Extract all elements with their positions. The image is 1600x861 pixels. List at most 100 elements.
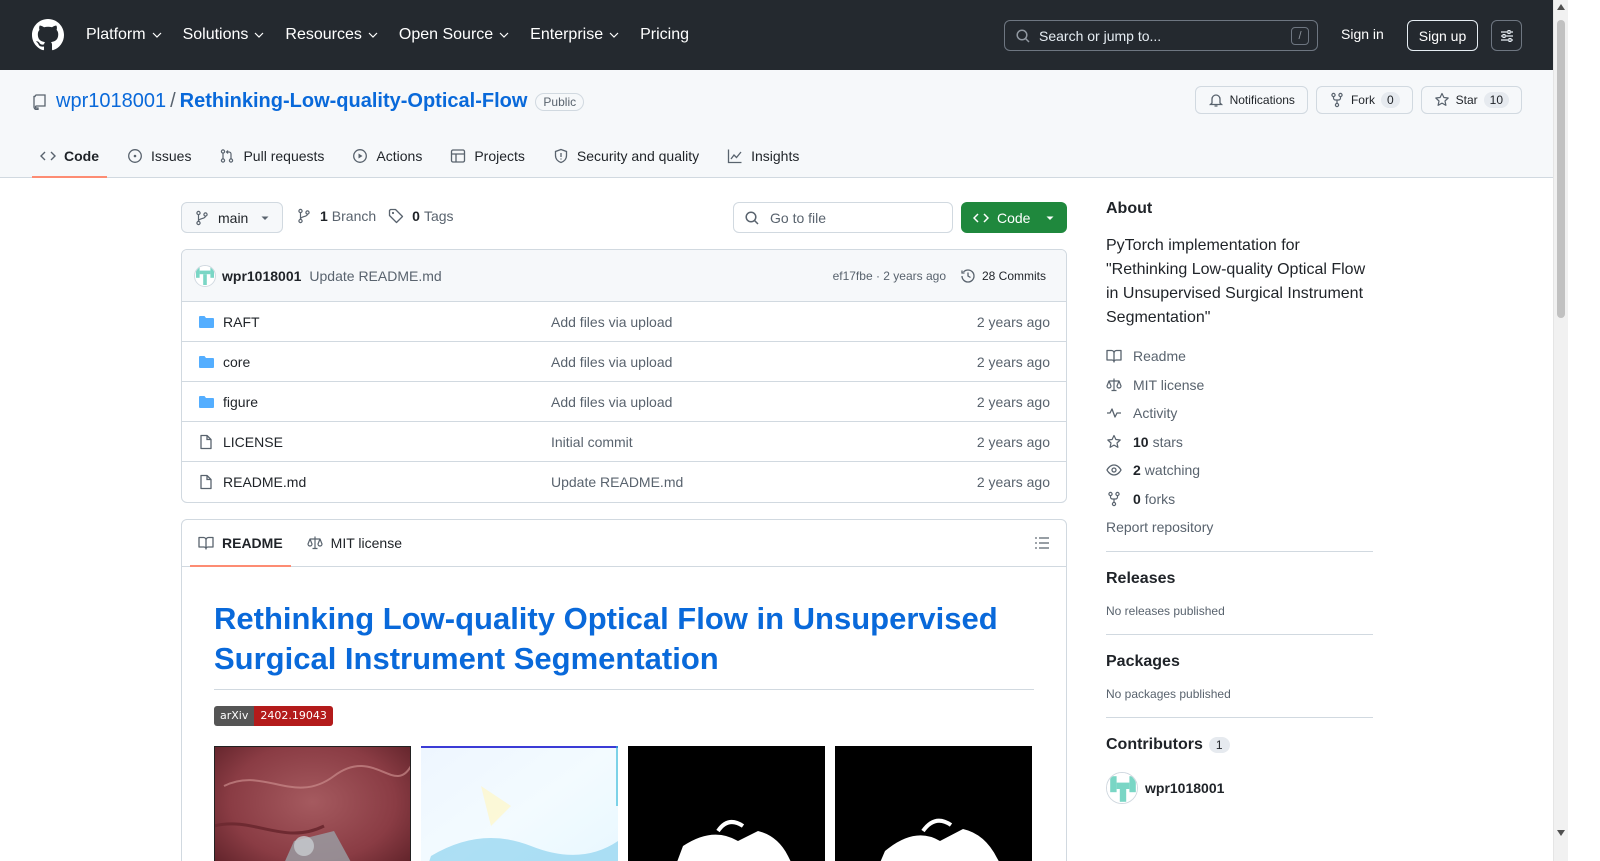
nav-platform[interactable]: Platform <box>86 26 163 44</box>
avatar <box>1106 772 1138 804</box>
surgical-frame-image[interactable] <box>214 746 411 861</box>
commit-message-link[interactable]: Update README.md <box>309 268 441 284</box>
packages-section: Packages No packages published <box>1106 634 1373 701</box>
readme-tabs: README MIT license <box>182 520 1066 567</box>
repo-actions: Notifications Fork 0 Star 10 <box>1194 86 1522 114</box>
tab-security[interactable]: Security and quality <box>545 136 707 176</box>
contributors-heading[interactable]: Contributors 1 <box>1106 736 1373 754</box>
code-dropdown-button[interactable]: Code <box>961 202 1067 233</box>
releases-heading[interactable]: Releases <box>1106 570 1373 588</box>
shield-icon <box>554 148 568 164</box>
file-name-link[interactable]: core <box>223 354 250 370</box>
about-heading: About <box>1106 200 1153 217</box>
arxiv-badge[interactable]: arXiv 2402.19043 <box>214 706 333 726</box>
repo-icon <box>33 93 46 110</box>
report-repository-link[interactable]: Report repository <box>1106 519 1373 535</box>
nav-solutions[interactable]: Solutions <box>183 26 266 44</box>
forks-link[interactable]: 0 forks <box>1106 485 1373 514</box>
nav-enterprise[interactable]: Enterprise <box>530 26 620 44</box>
about-links: Readme MIT license Activity 10 stars 2 w… <box>1106 342 1373 513</box>
repo-tabs: Code Issues Pull requests Actions Projec… <box>32 136 819 178</box>
repo-name-link[interactable]: Rethinking-Low-quality-Optical-Flow <box>180 90 528 113</box>
search-icon <box>1016 28 1030 43</box>
list-unordered-icon[interactable] <box>1034 535 1050 551</box>
history-icon <box>961 268 975 283</box>
pull-request-icon <box>221 149 234 163</box>
law-icon <box>307 536 323 550</box>
nav-open-source[interactable]: Open Source <box>399 26 510 44</box>
chevron-down-icon <box>609 32 619 38</box>
file-name-link[interactable]: LICENSE <box>223 434 283 450</box>
branches-link[interactable]: 1 Branch <box>296 208 376 224</box>
file-name-link[interactable]: README.md <box>223 474 306 490</box>
repo-owner-link[interactable]: wpr1018001 <box>56 90 166 113</box>
readme-title[interactable]: Rethinking Low-quality Optical Flow in U… <box>214 599 1034 690</box>
file-name-link[interactable]: figure <box>223 394 258 410</box>
packages-heading[interactable]: Packages <box>1106 653 1373 671</box>
segmentation-mask-image[interactable] <box>628 746 825 861</box>
file-age: 2 years ago <box>976 313 1050 330</box>
file-commit-message[interactable]: Add files via upload <box>551 354 672 370</box>
activity-link[interactable]: Activity <box>1106 399 1373 428</box>
scrollbar-thumb[interactable] <box>1557 20 1565 318</box>
branch-select-button[interactable]: main <box>181 202 283 233</box>
sliders-icon <box>1500 29 1513 42</box>
file-commit-message[interactable]: Initial commit <box>551 434 633 450</box>
tab-issues[interactable]: Issues <box>119 136 199 176</box>
tab-actions[interactable]: Actions <box>344 136 430 176</box>
optical-flow-image[interactable] <box>421 746 618 861</box>
star-button[interactable]: Star 10 <box>1420 86 1522 114</box>
notifications-button[interactable]: Notifications <box>1194 86 1308 114</box>
tab-license[interactable]: MIT license <box>299 520 410 566</box>
scroll-up-arrow-icon[interactable] <box>1557 4 1565 10</box>
releases-section: Releases No releases published <box>1106 551 1373 618</box>
contributor-name: wpr1018001 <box>1145 780 1225 796</box>
sign-up-button[interactable]: Sign up <box>1407 20 1478 51</box>
search-shortcut-key: / <box>1291 27 1309 45</box>
global-search-input[interactable]: Search or jump to... / <box>1004 20 1318 51</box>
fork-button[interactable]: Fork 0 <box>1315 86 1413 114</box>
identicon-icon <box>1107 773 1137 803</box>
tab-readme[interactable]: README <box>190 520 291 567</box>
visibility-badge: Public <box>535 92 585 111</box>
nav-pricing[interactable]: Pricing <box>640 26 689 44</box>
tab-insights[interactable]: Insights <box>719 136 807 176</box>
watchers-link[interactable]: 2 watching <box>1106 456 1373 485</box>
eye-icon <box>1106 464 1122 476</box>
commit-sha-age[interactable]: ef17fbe · 2 years ago <box>833 269 946 283</box>
file-row[interactable]: core Add files via upload 2 years ago <box>182 342 1066 382</box>
avatar[interactable] <box>194 264 216 287</box>
scroll-down-arrow-icon[interactable] <box>1557 830 1565 836</box>
sign-in-link[interactable]: Sign in <box>1341 26 1384 42</box>
bell-icon <box>1208 94 1223 107</box>
contributors-section: Contributors 1 wpr1018001 <box>1106 717 1373 804</box>
contributor-item[interactable]: wpr1018001 <box>1106 772 1373 804</box>
folder-icon <box>199 395 214 408</box>
page-scrollbar[interactable] <box>1553 0 1568 861</box>
header-menu-button[interactable] <box>1491 20 1522 51</box>
tab-projects[interactable]: Projects <box>442 136 533 176</box>
github-logo-icon[interactable] <box>32 19 64 51</box>
file-commit-message[interactable]: Add files via upload <box>551 394 672 410</box>
tags-link[interactable]: 0 Tags <box>388 208 454 224</box>
tab-pull-requests[interactable]: Pull requests <box>211 136 332 176</box>
commit-author-link[interactable]: wpr1018001 <box>222 268 301 284</box>
file-row[interactable]: README.md Update README.md 2 years ago <box>182 462 1066 502</box>
go-to-file-input[interactable]: Go to file <box>733 202 953 233</box>
prediction-mask-image[interactable] <box>835 746 1032 861</box>
readme-link[interactable]: Readme <box>1106 342 1373 371</box>
license-link[interactable]: MIT license <box>1106 371 1373 400</box>
file-name-link[interactable]: RAFT <box>223 314 260 330</box>
file-commit-message[interactable]: Add files via upload <box>551 314 672 330</box>
file-commit-message[interactable]: Update README.md <box>551 474 683 490</box>
book-icon <box>1106 350 1122 363</box>
file-row[interactable]: RAFT Add files via upload 2 years ago <box>182 302 1066 342</box>
file-row[interactable]: LICENSE Initial commit 2 years ago <box>182 422 1066 462</box>
tab-code[interactable]: Code <box>32 136 107 178</box>
commits-history-link[interactable]: 28 Commits <box>960 268 1046 284</box>
play-icon <box>353 149 368 163</box>
nav-resources[interactable]: Resources <box>285 26 378 44</box>
file-row[interactable]: figure Add files via upload 2 years ago <box>182 382 1066 422</box>
repo-title: wpr1018001 / Rethinking-Low-quality-Opti… <box>32 90 585 113</box>
stars-link[interactable]: 10 stars <box>1106 428 1373 457</box>
